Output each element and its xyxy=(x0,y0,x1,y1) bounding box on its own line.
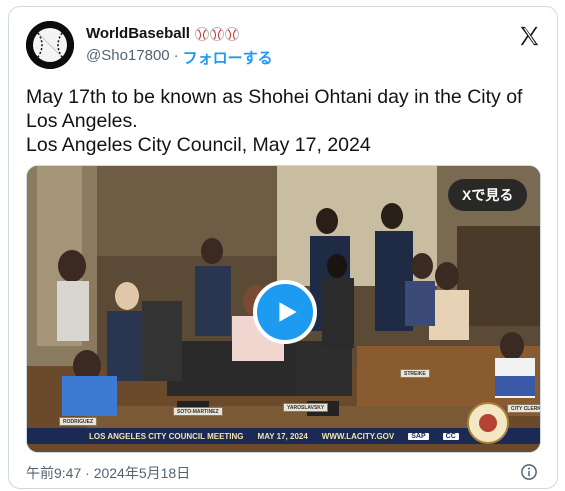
author-handle[interactable]: @Sho17800 xyxy=(86,47,170,68)
nameplate: YAROSLAVSKY xyxy=(283,403,329,412)
baseball-avatar-icon xyxy=(26,21,74,69)
handle-row: @Sho17800 · フォローする xyxy=(86,47,273,68)
ticker-sap: SAP xyxy=(408,432,429,440)
baseball-icon xyxy=(209,26,224,41)
nameplate: STREIKE xyxy=(400,369,430,378)
play-button[interactable] xyxy=(253,280,317,344)
nameplate: CITY CLERK xyxy=(507,404,540,413)
embedded-post-card[interactable]: WorldBaseball @Sho17800 · フォローする May 17t… xyxy=(8,6,558,489)
post-line: Los Angeles City Council, May 17, 2024 xyxy=(26,134,371,156)
ticker-cc: CC xyxy=(442,432,459,440)
x-logo-icon[interactable] xyxy=(518,25,540,47)
broadcast-ticker: LOS ANGELES CITY COUNCIL MEETING MAY 17,… xyxy=(27,428,540,444)
follow-button[interactable]: フォローする xyxy=(183,47,273,68)
play-icon xyxy=(279,302,297,322)
name-emoji-group xyxy=(194,26,239,41)
ticker-date: MAY 17, 2024 xyxy=(257,431,308,441)
baseball-icon xyxy=(194,26,209,41)
post-text: May 17th to be known as Shohei Ohtani da… xyxy=(26,85,546,157)
ticker-url: WWW.LACITY.GOV xyxy=(321,431,395,441)
post-timestamp[interactable]: 午前9:47 · 2024年5月18日 xyxy=(26,463,190,483)
separator: · xyxy=(173,47,179,64)
info-icon[interactable] xyxy=(520,463,538,481)
post-line: May 17th to be known as Shohei Ohtani da… xyxy=(26,86,523,108)
author-name[interactable]: WorldBaseball xyxy=(86,25,239,42)
city-seal-icon xyxy=(467,402,509,444)
ticker-meeting: LOS ANGELES CITY COUNCIL MEETING xyxy=(89,431,244,441)
video-player[interactable]: RODRIGUEZ SOTO-MARTINEZ YAROSLAVSKY STRE… xyxy=(26,165,541,453)
nameplate: RODRIGUEZ xyxy=(59,417,97,426)
baseball-icon xyxy=(224,26,239,41)
see-on-x-button[interactable]: Xで見る xyxy=(448,179,528,211)
avatar[interactable] xyxy=(26,21,74,69)
nameplate: SOTO-MARTINEZ xyxy=(173,407,223,416)
post-line: Los Angeles. xyxy=(26,110,138,132)
author-name-text: WorldBaseball xyxy=(86,25,190,42)
